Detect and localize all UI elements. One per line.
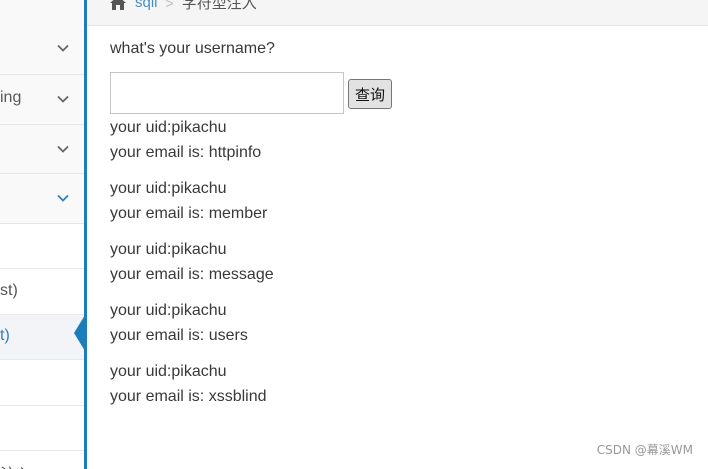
sidebar: ing st) t) 注入	[0, 0, 84, 469]
main-content: what's your username? 查询 your uid:pikach…	[110, 38, 690, 405]
query-form: 查询	[110, 72, 393, 114]
chevron-down-icon	[56, 142, 70, 156]
sidebar-subitem-active[interactable]: t)	[0, 315, 84, 360]
result-uid: your uid:pikachu	[110, 180, 227, 197]
breadcrumb-current: 字符型注入	[181, 0, 257, 12]
username-prompt: what's your username?	[110, 40, 275, 57]
sidebar-subitem[interactable]	[0, 224, 84, 269]
sidebar-item-sqli[interactable]	[0, 174, 84, 224]
sidebar-subitem[interactable]: st)	[0, 269, 84, 315]
sidebar-item-3[interactable]	[0, 125, 84, 174]
sidebar-subitem[interactable]: 注入	[0, 451, 84, 469]
result-email: your email is: member	[110, 204, 268, 222]
result-email: your email is: xssblind	[110, 387, 267, 405]
sidebar-item-1[interactable]	[0, 0, 84, 75]
chevron-down-icon	[56, 41, 70, 55]
sidebar-subitem[interactable]	[0, 406, 84, 451]
result-item: your uid:pikachu your email is: httpinfo	[110, 116, 274, 165]
watermark: CSDN @幕溪WM	[596, 443, 693, 457]
results-list: your uid:pikachu your email is: httpinfo…	[110, 116, 274, 421]
result-email: your email is: httpinfo	[110, 143, 262, 161]
query-button[interactable]: 查询	[348, 79, 393, 109]
home-icon[interactable]	[109, 0, 127, 11]
result-item: your uid:pikachu your email is: message	[110, 238, 274, 287]
sidebar-subitem[interactable]	[0, 360, 84, 406]
breadcrumb-link-sqli[interactable]: sqli	[135, 0, 158, 11]
breadcrumb-bar: sqli > 字符型注入	[87, 0, 708, 26]
result-item: your uid:pikachu your email is: member	[110, 177, 274, 226]
chevron-down-icon	[56, 191, 70, 205]
breadcrumb-separator-icon: >	[165, 0, 174, 11]
chevron-down-icon	[56, 92, 70, 106]
result-uid: your uid:pikachu	[110, 302, 227, 319]
username-input[interactable]	[110, 72, 344, 114]
result-uid: your uid:pikachu	[110, 241, 227, 258]
result-item: your uid:pikachu your email is: users	[110, 299, 274, 348]
result-uid: your uid:pikachu	[110, 119, 227, 136]
breadcrumb: sqli > 字符型注入	[109, 0, 257, 13]
sidebar-item-2[interactable]: ing	[0, 75, 84, 125]
result-uid: your uid:pikachu	[110, 363, 227, 380]
result-email: your email is: message	[110, 265, 274, 283]
result-item: your uid:pikachu your email is: xssblind	[110, 360, 274, 409]
sidebar-divider	[84, 0, 87, 469]
result-email: your email is: users	[110, 326, 248, 344]
